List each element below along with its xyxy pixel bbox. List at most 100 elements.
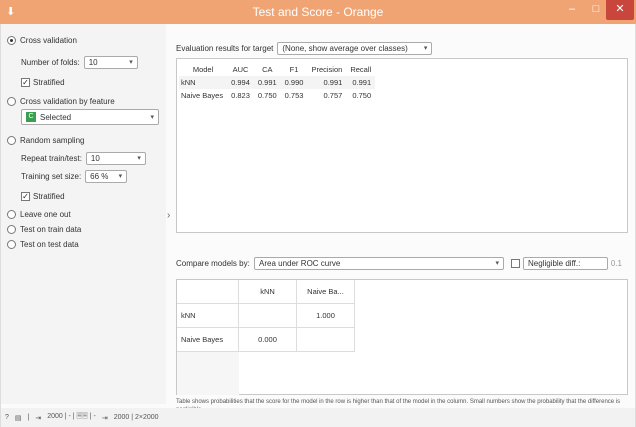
radio-cv-by-feature[interactable]: Cross validation by feature [7, 95, 115, 107]
training-size-value: 66 % [90, 171, 109, 181]
separator: | [27, 414, 30, 421]
checkbox-label: Stratified [33, 191, 65, 201]
score-cell: 0.990 [280, 76, 308, 89]
radio-indicator[interactable] [7, 224, 16, 234]
radio-label: Cross validation [20, 35, 77, 45]
table-row[interactable]: Naive Bayes 0.823 0.750 0.753 0.757 0.75… [179, 89, 375, 102]
radio-cross-validation[interactable]: Cross validation [7, 34, 77, 46]
widget-frame: Cross validation Number of folds: 10 ▾ ✓… [0, 24, 636, 427]
radio-indicator[interactable] [7, 135, 16, 145]
comparison-cell: 1.000 [297, 304, 355, 328]
comparison-cell: 0.000 [239, 328, 297, 352]
folds-value: 10 [88, 57, 98, 67]
radio-test-on-train[interactable]: Test on train data [7, 223, 81, 235]
window-title: Test and Score - Orange [252, 5, 384, 19]
folds-combo[interactable]: 10 ▾ [83, 55, 138, 69]
checkbox-box[interactable] [511, 258, 520, 268]
chevron-down-icon: ▾ [129, 59, 133, 66]
comparison-cell-empty [297, 328, 355, 352]
compare-metric-value: Area under ROC curve [259, 258, 341, 268]
radio-label: Leave one out [20, 209, 71, 219]
column-header[interactable]: Recall [346, 63, 375, 76]
training-size-label: Training set size: [21, 171, 82, 181]
radio-label: Test on test data [20, 239, 79, 249]
radio-indicator[interactable] [7, 35, 16, 45]
target-value: (None, show average over classes) [282, 43, 408, 53]
score-cell: 0.823 [231, 91, 250, 100]
radio-indicator[interactable] [7, 239, 16, 249]
compare-row: Compare models by: Area under ROC curve … [176, 256, 628, 270]
collapse-panel-icon[interactable]: › [167, 210, 170, 221]
column-header[interactable]: Model [179, 63, 227, 76]
feature-combo[interactable]: C Selected ▾ [21, 109, 159, 125]
column-header[interactable]: Precision [307, 63, 346, 76]
chevron-down-icon: ▾ [137, 155, 141, 162]
chevron-down-icon: ▾ [495, 260, 499, 267]
column-header: Naive Ba... [297, 280, 355, 304]
score-cell: 0.991 [307, 76, 347, 89]
folds-label: Number of folds: [21, 57, 80, 67]
sampling-panel: Cross validation Number of folds: 10 ▾ ✓… [1, 24, 166, 404]
score-cell: 0.750 [257, 91, 277, 100]
chevron-down-icon: ▾ [118, 173, 123, 180]
score-cell: 0.991 [253, 76, 281, 89]
report-icon[interactable]: ▤ [15, 414, 22, 422]
radio-indicator[interactable] [7, 209, 16, 219]
feature-combo-label: Selected [40, 112, 72, 122]
checkbox-box[interactable]: ✓ [21, 77, 30, 87]
feature-combo-value: C Selected [26, 112, 71, 122]
radio-indicator[interactable] [7, 96, 16, 106]
maximize-button[interactable]: □ [584, 0, 608, 20]
negligible-label: Negligible diff.: [528, 258, 581, 268]
column-header[interactable]: F1 [281, 63, 308, 76]
help-icon[interactable]: ? [5, 414, 9, 421]
target-label: Evaluation results for target [176, 43, 274, 53]
chevron-down-icon: ▾ [150, 114, 154, 121]
target-combo[interactable]: (None, show average over classes) ▾ [277, 41, 433, 55]
training-size-row: Training set size: 66 % ▾ [21, 169, 128, 183]
radio-test-on-test[interactable]: Test on test data [7, 238, 79, 250]
rope-value[interactable]: 0.1 [611, 259, 622, 268]
model-cell: Naive Bayes [181, 91, 224, 100]
radio-label: Random sampling [20, 135, 85, 145]
row-header: kNN [177, 304, 239, 328]
column-header[interactable]: AUC [227, 63, 254, 76]
target-row: Evaluation results for target (None, sho… [176, 41, 433, 55]
output-summary: 2000 | 2×2000 [113, 414, 159, 421]
output-icon: ⇥ [101, 414, 108, 422]
negligible-diff-checkbox[interactable]: Negligible diff.: [511, 256, 608, 270]
column-header: kNN [239, 280, 297, 304]
score-cell: 0.757 [323, 91, 343, 100]
training-size-combo[interactable]: 66 % ▾ [85, 169, 128, 183]
scores-table-view[interactable]: Model AUC CA F1 Precision Recall kNN 0.9… [176, 58, 628, 233]
compare-metric-combo[interactable]: Area under ROC curve ▾ [254, 256, 504, 270]
minimize-button[interactable]: – [560, 0, 584, 20]
repeat-value: 10 [90, 153, 100, 163]
table-row[interactable]: kNN 0.994 0.991 0.990 0.991 0.991 [179, 76, 376, 89]
categorical-feature-icon: C [26, 112, 36, 122]
row-header: Naive Bayes [177, 328, 239, 352]
status-bar: ? ▤ | ⇥ 2000 | - | 🗏🗏 | - ⇥ 2000 | 2×200… [1, 408, 635, 427]
input-icon: ⇥ [35, 414, 42, 422]
row-header-gutter [177, 352, 239, 395]
radio-label: Test on train data [20, 224, 82, 234]
score-cell: 0.753 [284, 91, 304, 100]
repeat-row: Repeat train/test: 10 ▾ [21, 151, 146, 165]
radio-label: Cross validation by feature [20, 96, 115, 106]
scores-table: Model AUC CA F1 Precision Recall kNN 0.9… [179, 63, 376, 102]
stratified-checkbox-2[interactable]: ✓ Stratified [21, 190, 65, 202]
checkbox-box[interactable]: ✓ [21, 191, 30, 201]
input-summary: 2000 | - | 🗏🗏 | - [47, 413, 96, 420]
radio-leave-one-out[interactable]: Leave one out [7, 208, 71, 220]
comparison-table-view[interactable]: kNN Naive Ba... kNN 1.000 Naive Bayes 0.… [176, 279, 628, 395]
radio-random-sampling[interactable]: Random sampling [7, 134, 84, 146]
checkbox-label: Stratified [33, 77, 65, 87]
repeat-combo[interactable]: 10 ▾ [85, 151, 146, 165]
chevron-down-icon: ▾ [423, 45, 428, 52]
column-header[interactable]: CA [254, 63, 281, 76]
negligible-diff-field: Negligible diff.: [523, 256, 608, 270]
close-button[interactable]: ✕ [606, 0, 634, 20]
comparison-cell-empty [239, 304, 297, 328]
compare-label: Compare models by: [176, 258, 250, 268]
stratified-checkbox-1[interactable]: ✓ Stratified [21, 76, 65, 88]
